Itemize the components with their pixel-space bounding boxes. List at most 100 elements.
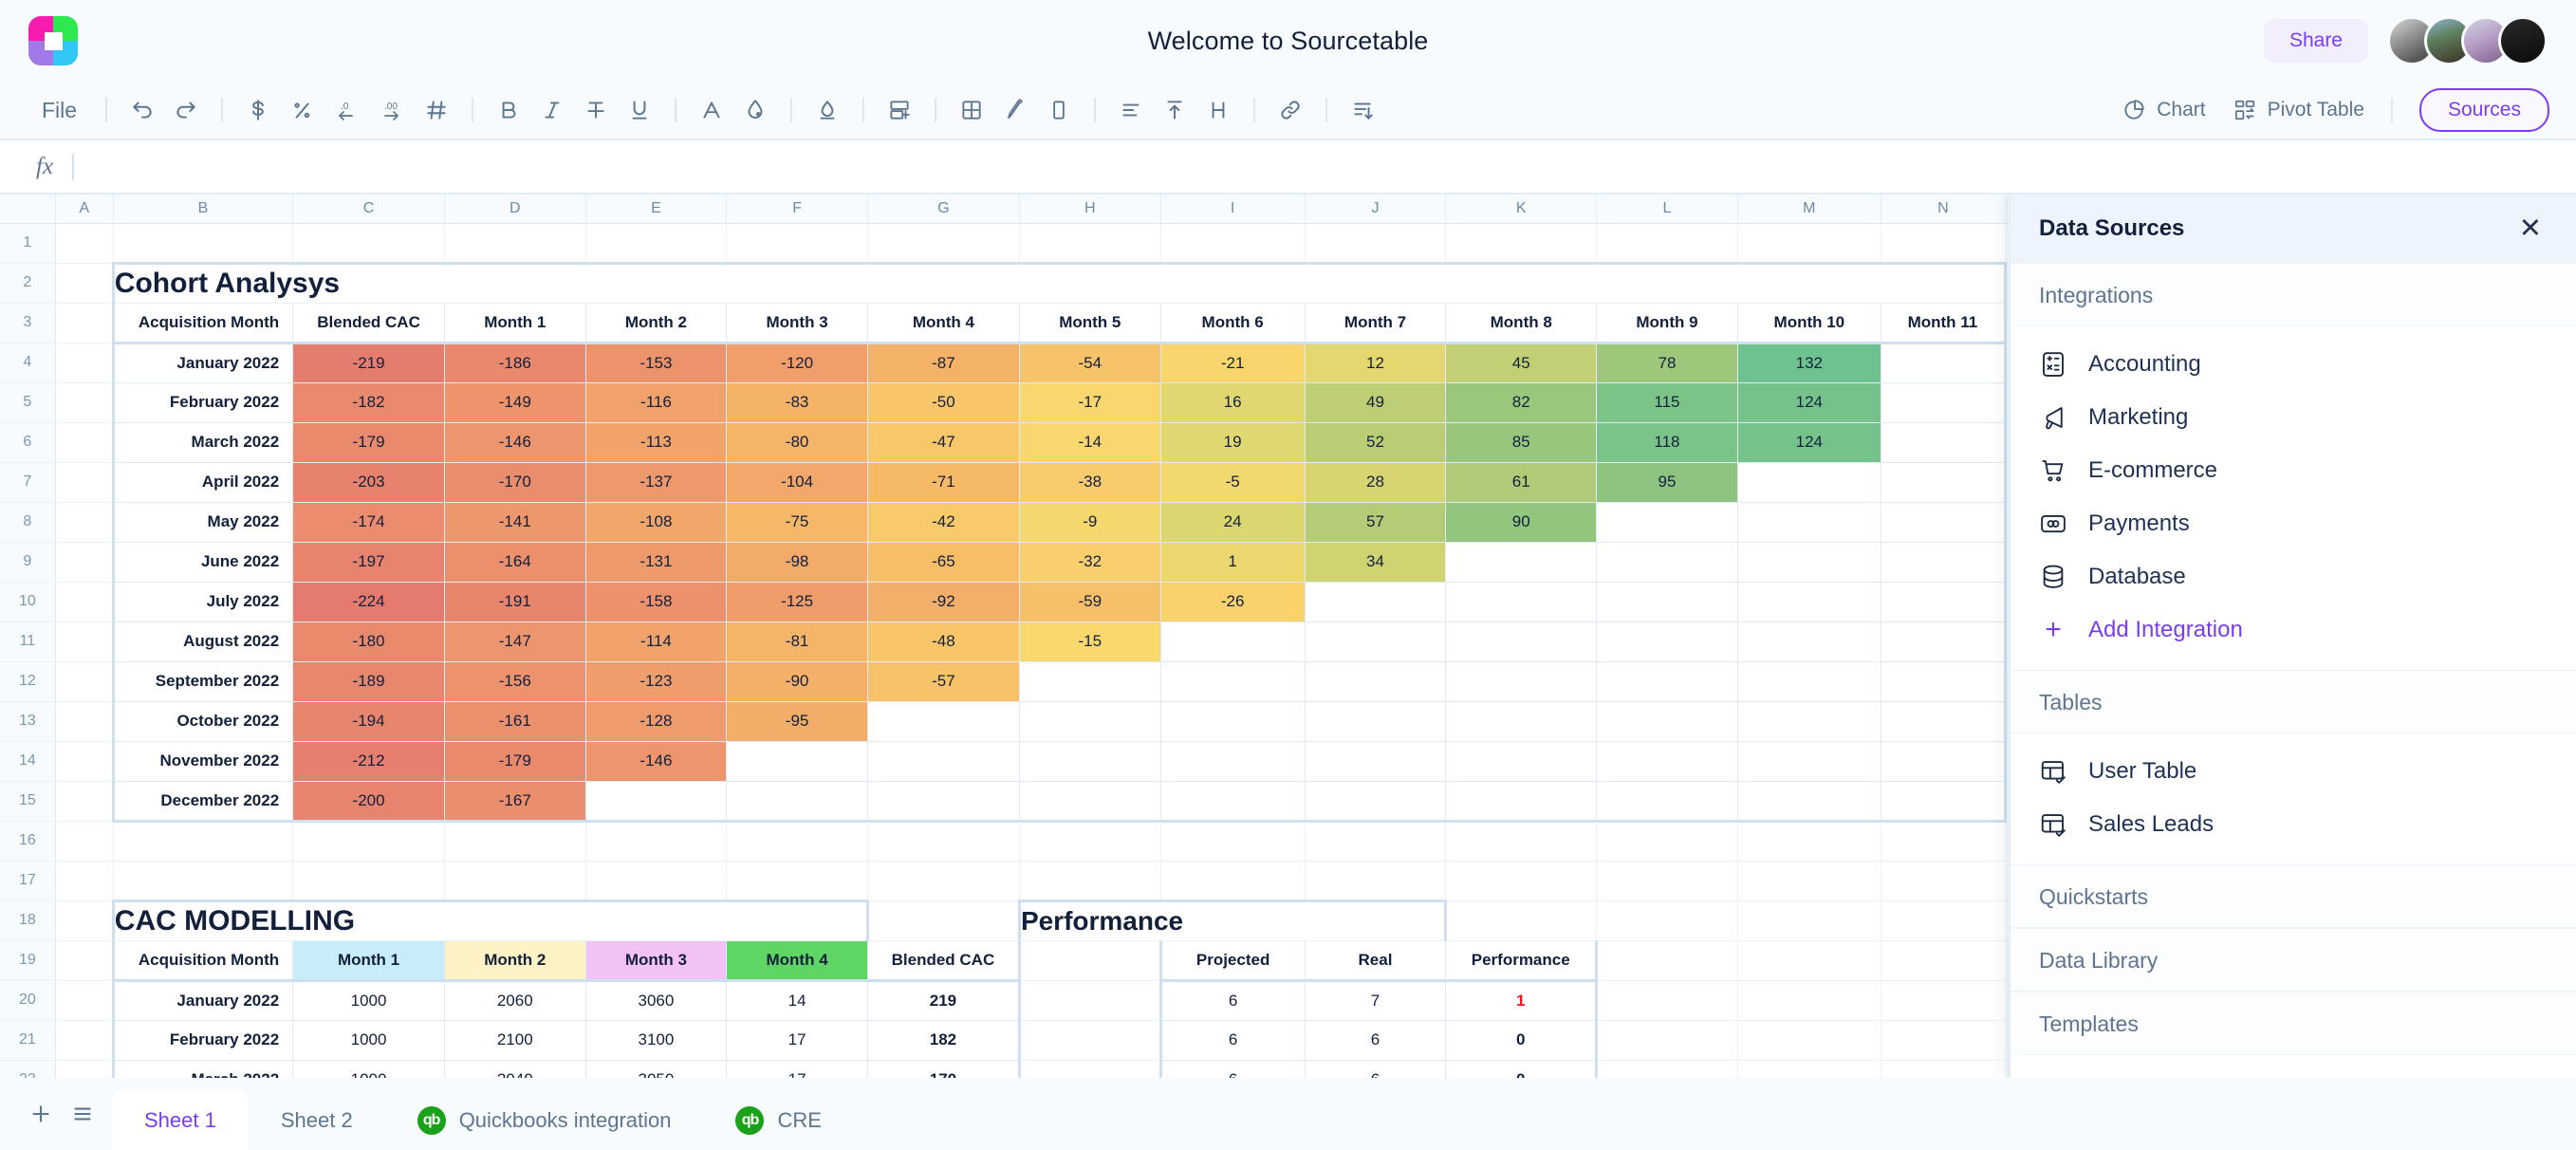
cell-empty[interactable] [1881, 940, 2007, 981]
cell-A8[interactable] [55, 502, 114, 543]
cohort-cell[interactable]: -197 [292, 542, 445, 583]
cohort-cell[interactable] [1596, 582, 1738, 622]
cohort-cell[interactable]: -161 [444, 701, 586, 742]
cohort-title[interactable]: Cohort Analysys [111, 261, 2008, 304]
cohort-cell[interactable]: -120 [726, 343, 868, 383]
chart-button[interactable]: Chart [2108, 89, 2218, 131]
cohort-cell[interactable] [1737, 621, 1881, 662]
cohort-cell[interactable] [1445, 621, 1598, 662]
cohort-cell[interactable] [1596, 701, 1738, 742]
row-header-10[interactable]: 10 [0, 582, 56, 622]
cell-blank[interactable] [1737, 223, 1881, 264]
cohort-cell[interactable]: -170 [444, 462, 586, 503]
cohort-cell[interactable]: -131 [585, 542, 728, 583]
cohort-cell[interactable] [1445, 542, 1598, 583]
cohort-cell[interactable]: -9 [1019, 502, 1161, 543]
conditional-format-pen-icon[interactable] [993, 89, 1037, 131]
cohort-cell[interactable] [1160, 661, 1306, 702]
cohort-cell[interactable]: -200 [292, 781, 445, 823]
cell-blank[interactable] [585, 223, 728, 264]
cell-empty[interactable] [1737, 900, 1881, 941]
cell-G18[interactable] [867, 900, 1020, 941]
cell-blank[interactable] [1160, 821, 1306, 862]
sheet-tab-sheet-2[interactable]: Sheet 2 [249, 1091, 385, 1150]
cell-empty[interactable] [1596, 1020, 1738, 1061]
row-header-11[interactable]: 11 [0, 621, 56, 662]
cell-empty[interactable] [1881, 1060, 2007, 1078]
cohort-cell[interactable]: 124 [1737, 382, 1881, 423]
cohort-row-label[interactable]: July 2022 [111, 582, 294, 622]
cohort-cell[interactable]: -42 [867, 502, 1020, 543]
cohort-cell[interactable]: 95 [1596, 462, 1738, 503]
cohort-cell[interactable] [1881, 343, 2008, 383]
merge-cells-icon[interactable] [878, 89, 921, 131]
performance-header-2[interactable]: Performance [1445, 940, 1599, 982]
pivot-table-button[interactable]: Pivot Table [2219, 89, 2378, 131]
cell-blank[interactable] [55, 223, 114, 264]
cohort-cell[interactable]: 1 [1160, 542, 1306, 583]
cell-blank[interactable] [1737, 821, 1881, 862]
cohort-cell[interactable]: -21 [1160, 343, 1306, 383]
cac-header-5[interactable]: Blended CAC [867, 940, 1021, 982]
cohort-cell[interactable] [1445, 701, 1598, 742]
cohort-cell[interactable]: -141 [444, 502, 586, 543]
cohort-cell[interactable] [1596, 781, 1738, 823]
cell-blank[interactable] [585, 821, 728, 862]
cac-cell[interactable]: 1000 [292, 980, 445, 1021]
performance-header-1[interactable]: Real [1305, 940, 1447, 982]
cohort-cell[interactable]: -95 [726, 701, 868, 742]
cell-empty[interactable] [1737, 940, 1881, 981]
row-header-20[interactable]: 20 [0, 980, 56, 1021]
cohort-cell[interactable]: -156 [444, 661, 586, 702]
performance-cell[interactable]: 0 [1445, 1020, 1599, 1061]
performance-cell[interactable]: 1 [1445, 980, 1599, 1021]
cell-blank[interactable] [1445, 223, 1598, 264]
cohort-cell[interactable]: -5 [1160, 462, 1306, 503]
cohort-cell[interactable]: -26 [1160, 582, 1306, 622]
cell-blank[interactable] [2005, 223, 2008, 264]
cell-A18[interactable] [55, 900, 114, 941]
cell-blank[interactable] [1160, 861, 1306, 901]
cohort-row-label[interactable]: January 2022 [111, 343, 294, 383]
row-header-5[interactable]: 5 [0, 382, 56, 423]
cohort-cell[interactable]: 57 [1305, 502, 1447, 543]
cohort-header-11[interactable]: Month 10 [1737, 303, 1881, 344]
row-header-13[interactable]: 13 [0, 701, 56, 742]
cell-blank[interactable] [444, 861, 586, 901]
cohort-cell[interactable]: -212 [292, 741, 445, 782]
cohort-cell[interactable]: -71 [867, 462, 1020, 503]
cell-A21[interactable] [55, 1020, 114, 1061]
column-header-J[interactable]: J [1305, 195, 1447, 224]
cohort-cell[interactable] [1596, 741, 1738, 782]
cohort-cell[interactable] [1445, 661, 1598, 702]
redo-icon[interactable] [164, 89, 208, 131]
cohort-cell[interactable] [1881, 701, 2008, 742]
share-button[interactable]: Share [2263, 19, 2368, 63]
cohort-cell[interactable] [1305, 582, 1447, 622]
performance-cell[interactable]: 6 [1305, 1060, 1447, 1078]
panel-item-payments[interactable]: Payments [2011, 497, 2576, 550]
formula-input[interactable] [74, 156, 2576, 177]
cell-N10[interactable] [2005, 582, 2008, 622]
row-header-12[interactable]: 12 [0, 661, 56, 702]
cohort-cell[interactable] [1160, 701, 1306, 742]
cohort-cell[interactable] [1160, 781, 1306, 823]
cohort-cell[interactable]: 78 [1596, 343, 1738, 383]
cohort-cell[interactable]: -75 [726, 502, 868, 543]
italic-icon[interactable] [530, 89, 574, 131]
cohort-cell[interactable]: -15 [1019, 621, 1161, 662]
cell-N12[interactable] [2005, 661, 2008, 702]
bold-icon[interactable] [487, 89, 530, 131]
cohort-cell[interactable]: -59 [1019, 582, 1161, 622]
cell-blank[interactable] [585, 861, 728, 901]
cohort-cell[interactable] [1737, 502, 1881, 543]
avatar[interactable] [2498, 16, 2548, 65]
cohort-cell[interactable] [1596, 542, 1738, 583]
cac-cell[interactable]: 3100 [585, 1020, 728, 1061]
cac-cell[interactable]: 1000 [292, 1060, 445, 1078]
text-color-icon[interactable] [690, 89, 733, 131]
cohort-header-4[interactable]: Month 3 [726, 303, 868, 344]
cell-N9[interactable] [2005, 542, 2008, 583]
cell-empty[interactable] [1596, 900, 1738, 941]
cell-blank[interactable] [55, 821, 114, 862]
